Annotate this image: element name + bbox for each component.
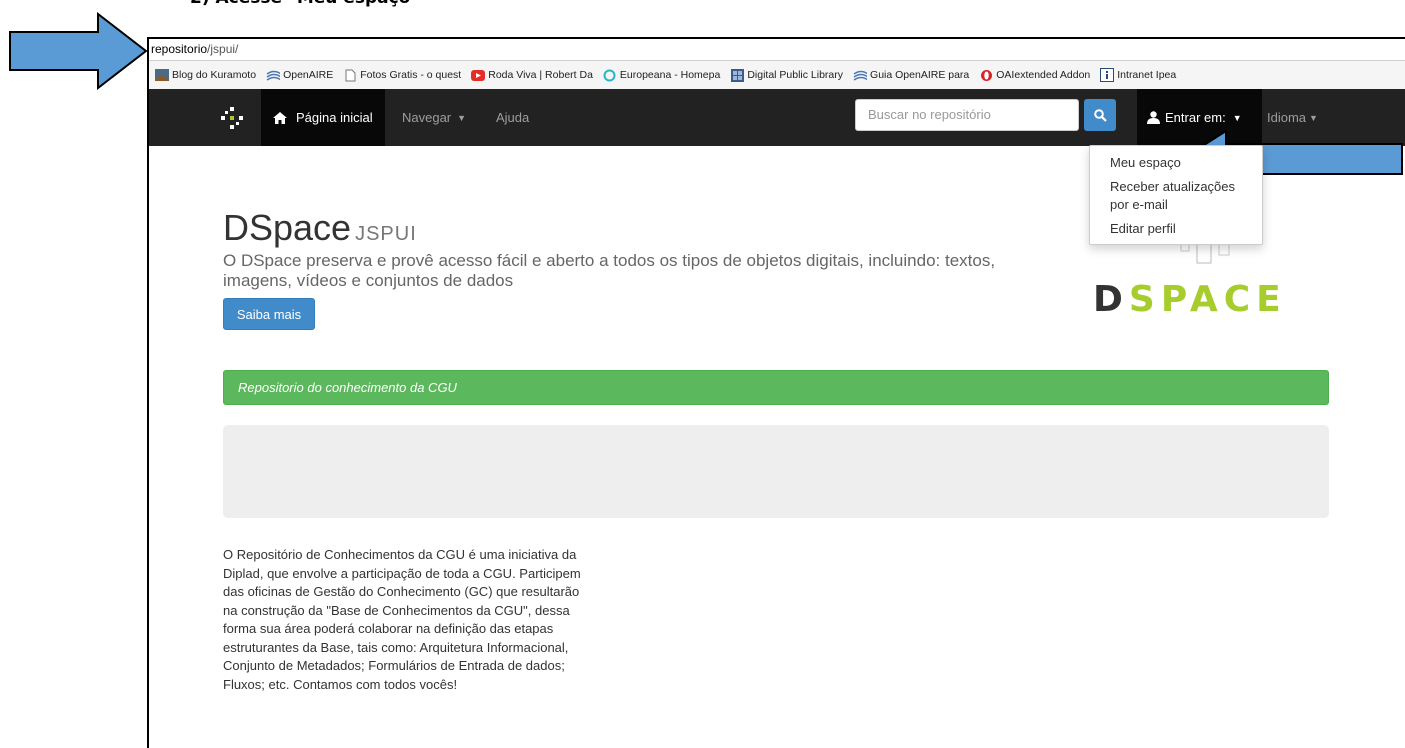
dspace-logo-icon[interactable] (221, 107, 243, 129)
europeana-icon (603, 68, 617, 82)
dspace-logo-text: DSPACE (1093, 279, 1287, 320)
nav-browse-label: Navegar (402, 110, 452, 125)
title-main: DSpace (223, 207, 352, 248)
menu-item-my-space[interactable]: Meu espaço (1090, 151, 1262, 175)
menu-item-email-updates[interactable]: Receber atualizações por e-mail (1090, 175, 1262, 217)
search-button[interactable] (1084, 99, 1116, 131)
caret-down-icon: ▼ (457, 112, 467, 123)
bookmark-label: OAIextended Addon (996, 69, 1091, 81)
bookmark-item[interactable]: Blog do Kuramoto (155, 68, 256, 82)
youtube-icon (471, 68, 486, 82)
login-label: Entrar em: (1165, 110, 1226, 125)
logo-letters-space: SPACE (1128, 279, 1287, 320)
dpla-icon (730, 68, 744, 82)
empty-content-box (223, 425, 1329, 518)
bookmark-item[interactable]: Intranet Ipea (1100, 68, 1176, 82)
search-input[interactable]: Buscar no repositório (855, 99, 1079, 131)
url-path: /jspui/ (207, 42, 239, 56)
openaire-icon (266, 68, 281, 82)
bookmarks-bar: Blog do Kuramoto OpenAIRE Fotos Gratis -… (149, 61, 1405, 90)
search-icon (1093, 108, 1107, 122)
intro-text: O DSpace preserva e provê acesso fácil e… (223, 251, 996, 290)
menu-item-edit-profile[interactable]: Editar perfil (1090, 217, 1262, 241)
nav-browse-dropdown[interactable]: Navegar ▼ (402, 89, 466, 146)
repository-description: O Repositório de Conhecimentos da CGU é … (223, 547, 581, 692)
address-bar[interactable]: repositorio/jspui/ (149, 39, 1405, 61)
annotation-arrow-url (9, 12, 148, 90)
bookmark-item[interactable]: OpenAIRE (266, 68, 333, 82)
page-icon (343, 68, 357, 82)
opera-icon (979, 68, 993, 82)
language-label: Idioma (1267, 110, 1307, 125)
bookmark-item[interactable]: Guia OpenAIRE para (853, 68, 969, 82)
bookmark-item[interactable]: Europeana - Homepa (603, 68, 720, 82)
bookmark-item[interactable]: Digital Public Library (730, 68, 843, 82)
nav-help-label: Ajuda (496, 110, 530, 125)
nav-home-label: Página inicial (296, 110, 373, 125)
caret-down-icon: ▼ (1309, 112, 1318, 123)
bookmark-item[interactable]: OAIextended Addon (979, 68, 1090, 82)
bookmark-item[interactable]: Fotos Gratis - o quest (343, 68, 461, 82)
user-icon (1147, 111, 1160, 124)
bookmark-label: Roda Viva | Robert Da (488, 69, 593, 81)
bookmark-label: Europeana - Homepa (619, 69, 721, 81)
info-icon (1100, 68, 1115, 82)
learn-more-button[interactable]: Saiba mais (223, 298, 315, 330)
bookmark-label: Guia OpenAIRE para (870, 69, 970, 81)
collection-panel-heading: Repositorio do conhecimento da CGU (223, 370, 1329, 405)
page-title: DSpace JSPUI (223, 207, 417, 249)
login-dropdown-menu: Meu espaço Receber atualizações por e-ma… (1089, 145, 1263, 245)
bookmark-label: Blog do Kuramoto (172, 69, 257, 81)
nav-help-link[interactable]: Ajuda (496, 89, 529, 146)
document-heading: 2) Acesse "Meu espaço" (190, 0, 419, 8)
caret-down-icon: ▼ (1232, 112, 1242, 123)
bookmark-label: OpenAIRE (283, 69, 334, 81)
nav-home-link[interactable]: Página inicial (261, 89, 385, 146)
openaire-icon (853, 68, 868, 82)
logo-letter-d: D (1093, 279, 1129, 320)
bookmark-label: Fotos Gratis - o quest (360, 69, 462, 81)
title-subtitle: JSPUI (355, 223, 417, 245)
home-icon (273, 111, 287, 124)
url-host: repositorio (151, 42, 208, 56)
landscape-icon (155, 68, 169, 82)
bookmark-label: Digital Public Library (747, 69, 844, 81)
bookmark-label: Intranet Ipea (1117, 69, 1177, 81)
bookmark-item[interactable]: Roda Viva | Robert Da (471, 68, 593, 82)
